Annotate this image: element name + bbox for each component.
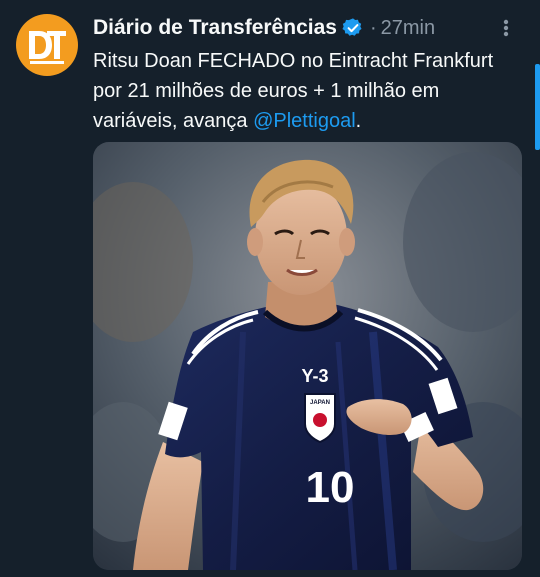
separator-dot: · — [369, 16, 377, 39]
author-avatar[interactable] — [16, 14, 78, 76]
tweet-text: Ritsu Doan FECHADO no Eintracht Frankfur… — [93, 46, 523, 136]
shirt-brand: Y-3 — [301, 366, 328, 386]
shirt-number: 10 — [306, 463, 355, 512]
tweet[interactable]: Diário de Transferências · 27min Ritsu D… — [0, 0, 540, 577]
verified-badge-icon[interactable] — [342, 17, 364, 39]
crest-text: JAPAN — [310, 400, 330, 406]
tweet-header: Diário de Transferências · 27min — [93, 14, 435, 42]
diario-logo-icon — [29, 31, 66, 64]
player-photo: Y-3 JAPAN 10 — [93, 142, 522, 570]
mention-link[interactable]: @Plettigoal — [253, 110, 356, 132]
more-options-icon[interactable] — [492, 14, 520, 42]
tweet-timestamp[interactable]: 27min — [381, 17, 435, 40]
tweet-text-end: . — [355, 110, 362, 132]
scrollbar-thumb[interactable] — [535, 64, 540, 150]
tweet-media-photo[interactable]: Y-3 JAPAN 10 — [93, 142, 522, 570]
author-name[interactable]: Diário de Transferências — [93, 16, 337, 40]
